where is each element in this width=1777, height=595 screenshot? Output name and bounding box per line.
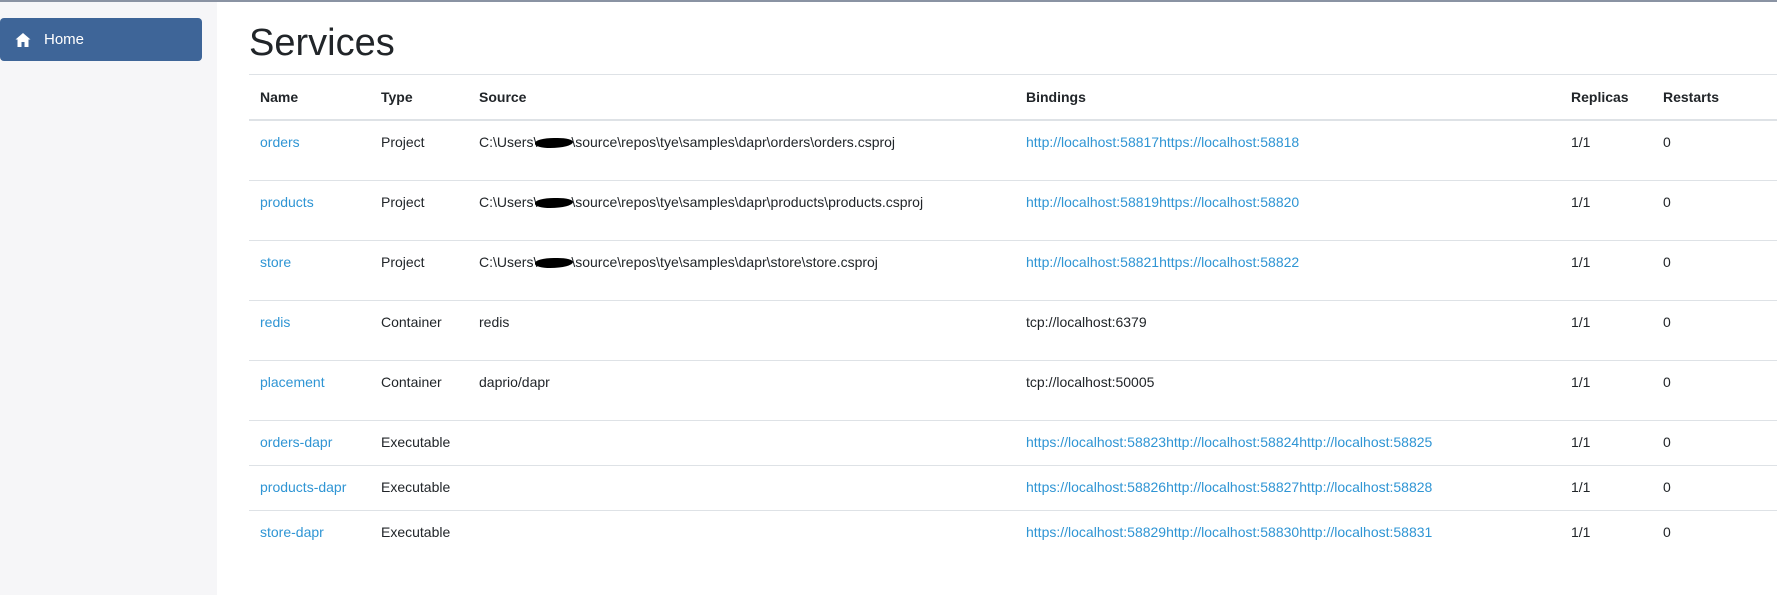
service-restarts: 0 [1652, 360, 1777, 421]
service-replicas: 1/1 [1560, 119, 1652, 181]
service-type: Project [370, 240, 468, 301]
service-restarts: 0 [1652, 300, 1777, 361]
column-header-name: Name [249, 74, 370, 121]
service-source: redis [468, 300, 1015, 361]
column-header-replicas: Replicas [1560, 74, 1652, 121]
source-prefix: C:\Users\ [479, 194, 538, 210]
binding-link[interactable]: http://localhost:58824 [1166, 434, 1299, 450]
binding-link[interactable]: https://localhost:58826 [1026, 479, 1166, 495]
service-type: Executable [370, 510, 468, 555]
service-restarts: 0 [1652, 180, 1777, 241]
main-content: Services Name Type Source Bindings Repli… [217, 2, 1777, 595]
binding-link[interactable]: http://localhost:58825 [1299, 434, 1432, 450]
binding-link[interactable]: http://localhost:58821 [1026, 254, 1159, 270]
service-restarts: 0 [1652, 240, 1777, 301]
service-replicas: 1/1 [1560, 360, 1652, 421]
service-restarts: 0 [1652, 465, 1777, 511]
source-prefix: C:\Users\ [479, 254, 538, 270]
service-source: C:\Users\ \source\repos\tye\samples\dapr\… [468, 180, 1015, 241]
service-name-link[interactable]: products [260, 194, 314, 210]
binding-link[interactable]: http://localhost:58817 [1026, 134, 1159, 150]
service-bindings: https://localhost:58826http://localhost:… [1015, 465, 1560, 511]
service-name-link[interactable]: store [260, 254, 291, 270]
service-restarts: 0 [1652, 510, 1777, 555]
service-type: Container [370, 300, 468, 361]
table-row: redis Container redis tcp://localhost:63… [249, 300, 1777, 361]
binding-link[interactable]: http://localhost:58819 [1026, 194, 1159, 210]
table-header-row: Name Type Source Bindings Replicas Resta… [249, 74, 1777, 121]
service-replicas: 1/1 [1560, 465, 1652, 511]
column-header-type: Type [370, 74, 468, 121]
table-row: store-dapr Executable https://localhost:… [249, 510, 1777, 555]
service-type: Executable [370, 420, 468, 466]
table-row: products-dapr Executable https://localho… [249, 465, 1777, 511]
service-bindings: tcp://localhost:6379 [1015, 300, 1560, 361]
service-name-link[interactable]: orders [260, 134, 300, 150]
service-replicas: 1/1 [1560, 510, 1652, 555]
service-bindings: https://localhost:58823http://localhost:… [1015, 420, 1560, 466]
service-restarts: 0 [1652, 420, 1777, 466]
service-replicas: 1/1 [1560, 240, 1652, 301]
service-source: C:\Users\ \source\repos\tye\samples\dapr\… [468, 119, 1015, 181]
binding-link[interactable]: https://localhost:58829 [1026, 524, 1166, 540]
services-table: Name Type Source Bindings Replicas Resta… [249, 74, 1777, 555]
service-name-link[interactable]: redis [260, 314, 290, 330]
binding-link[interactable]: https://localhost:58820 [1159, 194, 1299, 210]
service-bindings: http://localhost:58819https://localhost:… [1015, 180, 1560, 241]
table-row: placement Container daprio/dapr tcp://lo… [249, 360, 1777, 421]
service-replicas: 1/1 [1560, 420, 1652, 466]
table-row: orders Project C:\Users\ \source\repos\ty… [249, 119, 1777, 181]
service-name-link[interactable]: products-dapr [260, 479, 346, 495]
column-header-restarts: Restarts [1652, 74, 1777, 121]
service-type: Project [370, 180, 468, 241]
sidebar: Home [0, 2, 217, 595]
home-icon [14, 31, 32, 49]
service-source: daprio/dapr [468, 360, 1015, 421]
redaction-mark [535, 258, 574, 269]
service-bindings: http://localhost:58817https://localhost:… [1015, 119, 1560, 181]
table-row: store Project C:\Users\ \source\repos\tye… [249, 240, 1777, 301]
sidebar-item-home[interactable]: Home [0, 18, 202, 61]
service-type: Project [370, 119, 468, 181]
service-name-link[interactable]: orders-dapr [260, 434, 332, 450]
source-suffix: \source\repos\tye\samples\dapr\products\… [571, 194, 924, 210]
service-bindings: http://localhost:58821https://localhost:… [1015, 240, 1560, 301]
service-source [468, 510, 1015, 555]
page-title: Services [249, 22, 395, 64]
service-replicas: 1/1 [1560, 300, 1652, 361]
source-suffix: \source\repos\tye\samples\dapr\store\sto… [571, 254, 878, 270]
table-row: products Project C:\Users\ \source\repos\… [249, 180, 1777, 241]
column-header-source: Source [468, 74, 1015, 121]
service-source [468, 420, 1015, 466]
service-type: Container [370, 360, 468, 421]
service-replicas: 1/1 [1560, 180, 1652, 241]
service-bindings: tcp://localhost:50005 [1015, 360, 1560, 421]
service-type: Executable [370, 465, 468, 511]
binding-link[interactable]: https://localhost:58822 [1159, 254, 1299, 270]
binding-link[interactable]: https://localhost:58823 [1026, 434, 1166, 450]
service-source: C:\Users\ \source\repos\tye\samples\dapr\… [468, 240, 1015, 301]
binding-link[interactable]: http://localhost:58827 [1166, 479, 1299, 495]
table-row: orders-dapr Executable https://localhost… [249, 420, 1777, 466]
service-name-link[interactable]: placement [260, 374, 325, 390]
service-source [468, 465, 1015, 511]
redaction-mark [535, 138, 574, 149]
column-header-bindings: Bindings [1015, 74, 1560, 121]
binding-link[interactable]: http://localhost:58830 [1166, 524, 1299, 540]
binding-link[interactable]: http://localhost:58828 [1299, 479, 1432, 495]
sidebar-item-label: Home [44, 31, 85, 48]
service-bindings: https://localhost:58829http://localhost:… [1015, 510, 1560, 555]
source-prefix: C:\Users\ [479, 134, 538, 150]
redaction-mark [535, 198, 574, 209]
service-restarts: 0 [1652, 119, 1777, 181]
source-suffix: \source\repos\tye\samples\dapr\orders\or… [571, 134, 896, 150]
service-name-link[interactable]: store-dapr [260, 524, 324, 540]
binding-link[interactable]: http://localhost:58831 [1299, 524, 1432, 540]
binding-link[interactable]: https://localhost:58818 [1159, 134, 1299, 150]
